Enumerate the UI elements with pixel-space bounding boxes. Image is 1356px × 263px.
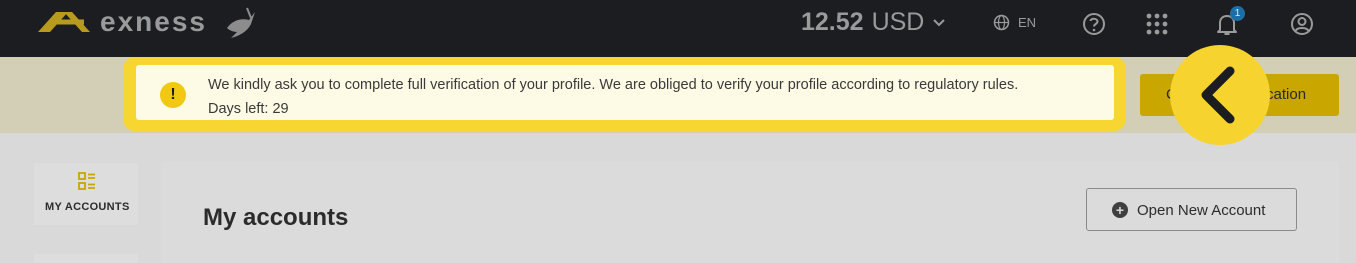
verification-message-block: We kindly ask you to complete full verif… (208, 73, 1018, 121)
page-title: My accounts (203, 204, 349, 231)
accounts-icon (78, 172, 95, 190)
balance-amount: 12.52 (801, 8, 864, 36)
days-left: Days left: 29 (208, 101, 289, 117)
plus-circle-icon: + (1112, 202, 1128, 218)
language-selector[interactable]: EN (993, 14, 1036, 31)
sidebar-item-next[interactable] (34, 254, 138, 263)
brand-logo[interactable]: exness (34, 4, 261, 40)
arrow-left-icon (1201, 66, 1235, 124)
profile-icon[interactable] (1289, 11, 1315, 37)
pointer-highlight (1170, 45, 1270, 145)
balance-selector[interactable]: 12.52 USD (801, 8, 946, 37)
help-icon[interactable] (1081, 11, 1107, 37)
brand-name: exness (100, 6, 207, 37)
apps-grid-icon[interactable] (1144, 11, 1170, 37)
chevron-down-icon (933, 18, 946, 26)
globe-icon (993, 14, 1010, 31)
notification-badge: 1 (1230, 6, 1245, 21)
exness-logo-icon (38, 12, 90, 32)
language-label: EN (1018, 15, 1037, 30)
warning-icon: ! (160, 82, 186, 108)
balance-currency: USD (871, 8, 925, 36)
dove-icon (226, 7, 255, 38)
sidebar-item-label: MY ACCOUNTS (45, 201, 130, 213)
open-new-account-label: Open New Account (1137, 202, 1266, 219)
verification-message: We kindly ask you to complete full verif… (208, 77, 1019, 93)
